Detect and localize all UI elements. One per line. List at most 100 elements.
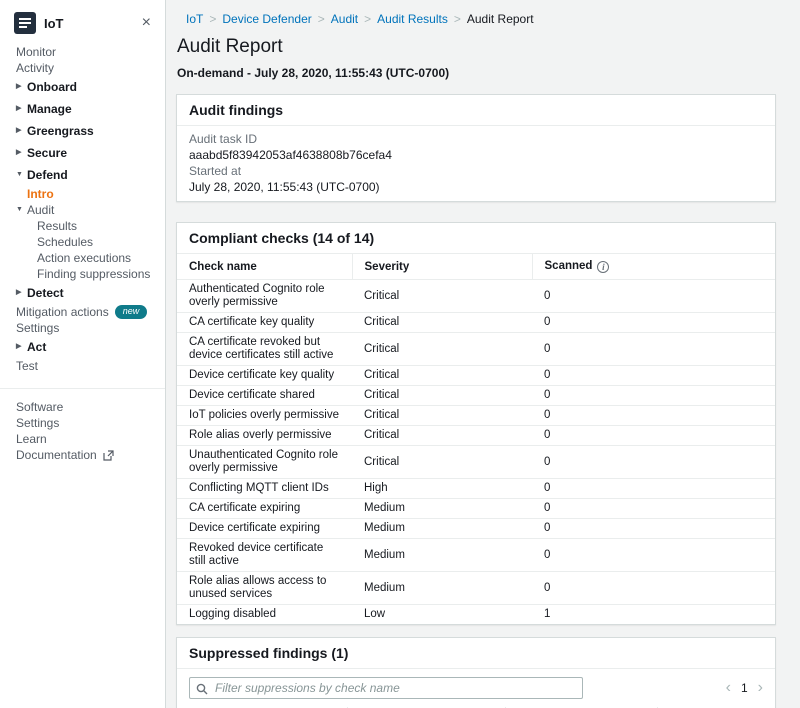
cell-scanned: 0 (532, 539, 775, 572)
sidebar-item-label: Settings (16, 416, 59, 430)
sidebar-item-label: Activity (16, 61, 54, 75)
sidebar-item-label: Action executions (37, 251, 131, 265)
sidebar-item-learn[interactable]: Learn (0, 431, 165, 447)
chevron-down-icon: ▼ (16, 168, 27, 182)
cell-check: CA certificate key quality (177, 313, 352, 333)
suppressed-findings-toolbar: ‹ 1 › (177, 669, 775, 707)
breadcrumb-link-audit-results[interactable]: Audit Results (377, 12, 448, 26)
sidebar-title: IoT (44, 16, 134, 31)
current-page-number[interactable]: 1 (741, 681, 748, 695)
sidebar-item-intro[interactable]: Intro (0, 186, 165, 202)
sidebar-item-settings[interactable]: Settings (0, 415, 165, 431)
cell-check: Device certificate key quality (177, 366, 352, 386)
close-icon[interactable]: × (142, 16, 151, 30)
table-row: Device certificate sharedCritical0 (177, 386, 775, 406)
chevron-right-icon: ▶ (16, 124, 27, 138)
sidebar: IoT × MonitorActivity▶Onboard▶Manage▶Gre… (0, 0, 166, 708)
suppressions-filter-input[interactable] (189, 677, 583, 699)
sidebar-item-act[interactable]: ▶Act (0, 336, 165, 358)
sidebar-item-label: Monitor (16, 45, 56, 59)
cell-severity: Critical (352, 333, 532, 366)
sidebar-item-detect[interactable]: ▶Detect (0, 282, 165, 304)
cell-severity: Medium (352, 572, 532, 605)
table-row: Role alias overly permissiveCritical0 (177, 426, 775, 446)
audit-findings-card: Audit findings Audit task ID aaabd5f8394… (176, 94, 776, 202)
info-icon[interactable]: i (597, 261, 609, 273)
cell-scanned: 1 (532, 605, 775, 625)
cell-severity: Critical (352, 406, 532, 426)
sidebar-item-label: Software (16, 400, 63, 414)
sidebar-item-defend[interactable]: ▼Defend (0, 164, 165, 186)
breadcrumb-separator: > (209, 12, 216, 26)
sidebar-item-label: Onboard (27, 80, 77, 94)
sidebar-item-label: Defend (27, 168, 68, 182)
chevron-right-icon: ▶ (16, 80, 27, 94)
cell-scanned: 0 (532, 280, 775, 313)
search-icon (196, 682, 208, 700)
chevron-right-icon: ▶ (16, 340, 27, 354)
cell-check: Revoked device certificate still active (177, 539, 352, 572)
cell-check: Role alias overly permissive (177, 426, 352, 446)
sidebar-item-label: Test (16, 359, 38, 373)
compliant-checks-card: Compliant checks (14 of 14) Check nameSe… (176, 222, 776, 625)
sidebar-item-activity[interactable]: Activity (0, 60, 165, 76)
breadcrumb-separator: > (364, 12, 371, 26)
sidebar-item-finding-suppressions[interactable]: Finding suppressions (0, 266, 165, 282)
started-at-value: July 28, 2020, 11:55:43 (UTC-0700) (189, 179, 763, 195)
sidebar-nav: MonitorActivity▶Onboard▶Manage▶Greengras… (0, 44, 165, 374)
previous-page-button[interactable]: ‹ (726, 681, 731, 695)
breadcrumb-link-device-defender[interactable]: Device Defender (222, 12, 311, 26)
suppressed-findings-card: Suppressed findings (1) ‹ 1 › (176, 637, 776, 708)
audit-findings-body: Audit task ID aaabd5f83942053af4638808b7… (177, 126, 775, 201)
sidebar-item-schedules[interactable]: Schedules (0, 234, 165, 250)
data-table: Check nameSeverityScannediAuthenticated … (177, 254, 775, 624)
sidebar-item-monitor[interactable]: Monitor (0, 44, 165, 60)
cell-severity: Low (352, 605, 532, 625)
next-page-button[interactable]: › (758, 681, 763, 695)
table-row: Revoked device certificate still activeM… (177, 539, 775, 572)
sidebar-item-onboard[interactable]: ▶Onboard (0, 76, 165, 98)
sidebar-item-results[interactable]: Results (0, 218, 165, 234)
main-content: IoT>Device Defender>Audit>Audit Results>… (166, 0, 800, 708)
cell-check: Role alias allows access to unused servi… (177, 572, 352, 605)
external-link-icon (103, 450, 114, 461)
table-row: CA certificate revoked but device certif… (177, 333, 775, 366)
table-row: Logging disabledLow1 (177, 605, 775, 625)
sidebar-item-label: Secure (27, 146, 67, 160)
cell-check: Logging disabled (177, 605, 352, 625)
sidebar-item-action-executions[interactable]: Action executions (0, 250, 165, 266)
sidebar-item-manage[interactable]: ▶Manage (0, 98, 165, 120)
cell-scanned: 0 (532, 386, 775, 406)
table-row: Authenticated Cognito role overly permis… (177, 280, 775, 313)
started-at-label: Started at (189, 163, 763, 179)
sidebar-item-secure[interactable]: ▶Secure (0, 142, 165, 164)
cell-scanned: 0 (532, 406, 775, 426)
column-header-scanned: Scannedi (532, 254, 775, 280)
sidebar-item-software[interactable]: Software (0, 399, 165, 415)
table-row: Unauthenticated Cognito role overly perm… (177, 446, 775, 479)
cell-scanned: 0 (532, 366, 775, 386)
sidebar-item-documentation[interactable]: Documentation (0, 447, 165, 463)
sidebar-item-label: Settings (16, 321, 59, 335)
cell-severity: Critical (352, 366, 532, 386)
compliant-checks-table-container: Check nameSeverityScannediAuthenticated … (177, 254, 775, 624)
sidebar-item-mitigation-actions[interactable]: Mitigation actionsnew (0, 304, 165, 320)
sidebar-item-label: Detect (27, 286, 64, 300)
audit-findings-title: Audit findings (177, 95, 775, 126)
breadcrumb-link-audit[interactable]: Audit (331, 12, 358, 26)
breadcrumb-separator: > (318, 12, 325, 26)
sidebar-item-greengrass[interactable]: ▶Greengrass (0, 120, 165, 142)
sidebar-item-audit[interactable]: ▼Audit (0, 202, 165, 218)
cell-scanned: 0 (532, 446, 775, 479)
sidebar-item-label: Greengrass (27, 124, 94, 138)
cell-scanned: 0 (532, 519, 775, 539)
breadcrumb-link-iot[interactable]: IoT (186, 12, 203, 26)
cell-severity: Medium (352, 499, 532, 519)
sidebar-item-settings[interactable]: Settings (0, 320, 165, 336)
sidebar-item-label: Act (27, 340, 46, 354)
cell-severity: Medium (352, 539, 532, 572)
table-row: IoT policies overly permissiveCritical0 (177, 406, 775, 426)
cell-check: Conflicting MQTT client IDs (177, 479, 352, 499)
chevron-right-icon: ▶ (16, 102, 27, 116)
sidebar-item-test[interactable]: Test (0, 358, 165, 374)
